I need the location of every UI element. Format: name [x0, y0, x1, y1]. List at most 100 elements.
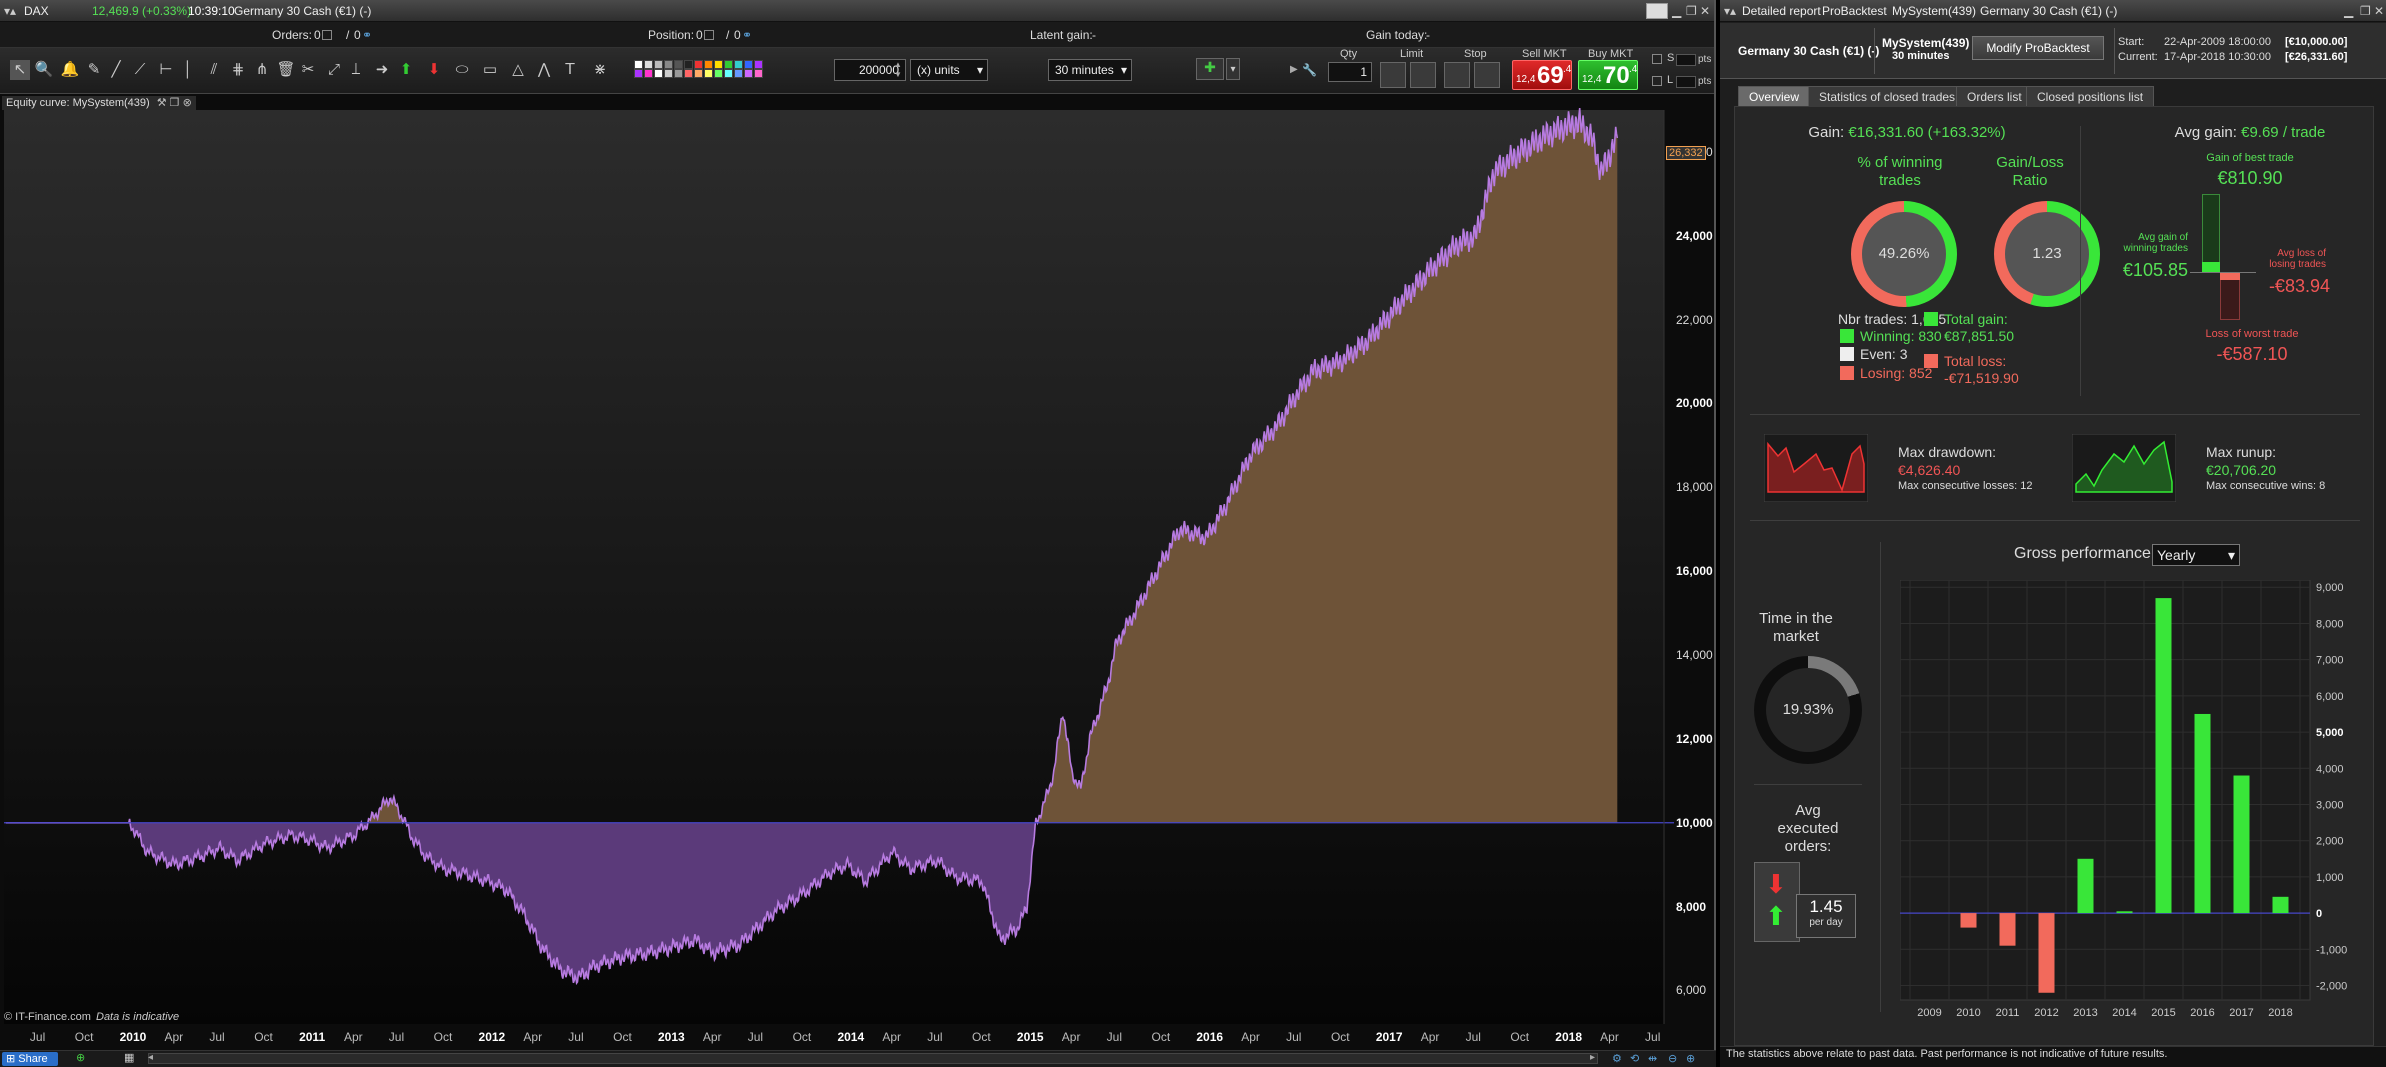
stop-checkbox[interactable] [1652, 54, 1662, 64]
x-tick-label: Apr [343, 1030, 363, 1044]
color-swatch[interactable] [684, 60, 693, 78]
gross-bar [2194, 713, 2211, 914]
menu-arrow-icon[interactable]: ▾▴ [1724, 0, 1736, 22]
y-tick-label: 10,000 [1676, 815, 1713, 830]
color-swatch[interactable] [634, 60, 643, 78]
trash-icon[interactable]: 🗑 [276, 60, 296, 80]
arrow-up-icon[interactable]: ⬆ [396, 60, 416, 80]
orders-link-icon[interactable]: ⚭ [362, 22, 372, 48]
close-icon[interactable]: ✕ [1700, 0, 1710, 22]
tab-overview[interactable]: Overview [1738, 86, 1811, 106]
limit-buy-button[interactable] [1410, 62, 1436, 88]
tab-orders-list[interactable]: Orders list [1956, 86, 2033, 106]
fib-icon[interactable]: ⋕ [228, 60, 248, 80]
ellipse-icon[interactable]: ⬭ [452, 60, 472, 80]
eraser-icon[interactable]: ✎ [84, 60, 104, 80]
tools-icon[interactable]: ✂ [298, 60, 318, 80]
color-swatch[interactable] [654, 60, 663, 78]
zoom-in-icon[interactable]: ⊕ [1686, 1052, 1695, 1065]
add-indicator-icon[interactable]: ⊕ [76, 1052, 88, 1064]
line-icon[interactable]: ⟋ [130, 60, 150, 80]
fan-icon[interactable]: ⋇ [590, 60, 610, 80]
wave-icon[interactable]: ⋀ [534, 60, 554, 80]
stop-sell-button[interactable] [1444, 62, 1470, 88]
share-button[interactable]: ⊞ Share [2, 1052, 58, 1066]
color-swatch[interactable] [674, 60, 683, 78]
position-toggle-icon[interactable] [704, 30, 714, 40]
pen-icon[interactable]: ╱ [106, 60, 126, 80]
gross-period-select[interactable]: Yearly ▾ [2152, 544, 2240, 566]
limit-pts-input[interactable] [1676, 76, 1696, 88]
rect-icon[interactable]: ▭ [480, 60, 500, 80]
quantity-stepper-icon[interactable]: ▲ ▼ [894, 60, 902, 80]
horizontal-scrollbar[interactable] [148, 1053, 1598, 1064]
indicator-add-icon[interactable]: ✚ [1196, 58, 1224, 80]
qty-input[interactable]: 1 [1328, 62, 1372, 82]
instrument-name: DAX [24, 4, 49, 18]
zoom-reset-icon[interactable]: ⟲ [1630, 1052, 1639, 1065]
limit-checkbox[interactable] [1652, 76, 1662, 86]
arrow-right-icon[interactable]: ➜ [372, 60, 392, 80]
tab-statistics[interactable]: Statistics of closed trades [1808, 86, 1967, 106]
zoom-icon[interactable]: 🔍 [34, 60, 54, 80]
color-swatch[interactable] [714, 60, 723, 78]
scroll-left-icon[interactable]: ◂ [148, 1052, 153, 1063]
minimize-icon[interactable]: ▁ [2344, 0, 2353, 22]
scroll-right-icon[interactable]: ▸ [1590, 1052, 1595, 1063]
total-gain-label: Total gain: [1944, 311, 2008, 327]
total-loss-value: -€71,519.90 [1944, 370, 2019, 386]
color-swatch[interactable] [754, 60, 763, 78]
hline-icon[interactable]: ⊢ [156, 60, 176, 80]
menu-arrow-icon[interactable]: ▾▴ [4, 0, 16, 22]
chevron-down-icon[interactable]: ▾ [1226, 58, 1240, 80]
expand-arrow-icon[interactable]: ▶ [1290, 52, 1302, 88]
chart-settings-icon[interactable]: ⚙ [1612, 1052, 1622, 1065]
tab-closed-positions[interactable]: Closed positions list [2026, 86, 2155, 106]
wrench-icon[interactable]: 🔧 [1302, 63, 1317, 77]
restore-icon[interactable]: ❐ [2360, 0, 2371, 22]
channel-icon[interactable]: ⫽ [204, 60, 224, 80]
minimize-icon[interactable]: ▁ [1672, 0, 1681, 22]
stop-buy-button[interactable] [1474, 62, 1500, 88]
equity-chart[interactable] [0, 94, 1716, 1024]
color-swatch[interactable] [734, 60, 743, 78]
calendar-icon[interactable]: ▦ [124, 1052, 138, 1064]
compress-icon[interactable]: ⇹ [1648, 1052, 1657, 1065]
color-swatch[interactable] [704, 60, 713, 78]
modify-probacktest-button[interactable]: Modify ProBacktest [1972, 36, 2104, 60]
position-link-icon[interactable]: ⚭ [742, 22, 752, 48]
orders-toggle-icon[interactable] [322, 30, 332, 40]
color-swatch[interactable] [644, 60, 653, 78]
restore-icon[interactable]: ❐ [1686, 0, 1697, 22]
color-swatch[interactable] [724, 60, 733, 78]
header-divider [2114, 28, 2115, 74]
gann-icon[interactable]: ⟘ [346, 60, 366, 80]
close-icon[interactable]: ✕ [2374, 0, 2384, 22]
sell-mkt-button[interactable]: 12,4 69 .4 [1512, 60, 1572, 90]
latent-gain-value: - [1092, 28, 1096, 42]
timeframe-select[interactable]: 30 minutes ▾ [1048, 59, 1132, 81]
zoom-out-icon[interactable]: ⊖ [1668, 1052, 1677, 1065]
color-swatch[interactable] [744, 60, 753, 78]
pointer-icon[interactable]: ↖ [10, 60, 30, 80]
y-tick-label: 1,000 [2316, 872, 2344, 884]
color-palette[interactable] [634, 60, 764, 78]
best-trade-label: Gain of best trade [2206, 152, 2294, 164]
units-select[interactable]: (x) units ▾ [910, 59, 988, 81]
bell-icon[interactable]: 🔔 [60, 60, 80, 80]
limit-sell-button[interactable] [1380, 62, 1406, 88]
regression-icon[interactable]: ⤢ [324, 60, 344, 80]
pitchfork-icon[interactable]: ⋔ [252, 60, 272, 80]
buy-mkt-button[interactable]: 12,4 70 .4 [1578, 60, 1638, 90]
vline-icon[interactable]: │ [178, 60, 198, 80]
winning-swatch [1840, 329, 1854, 343]
arrow-down-icon[interactable]: ⬇ [424, 60, 444, 80]
text-icon[interactable]: Ｔ [560, 60, 580, 80]
stop-pts-input[interactable] [1676, 54, 1696, 66]
triangle-icon[interactable]: △ [508, 60, 528, 80]
color-swatch[interactable] [694, 60, 703, 78]
color-swatch[interactable] [664, 60, 673, 78]
time-in-market-title-2: market [1773, 628, 1819, 645]
keyboard-icon[interactable] [1646, 3, 1668, 19]
x-tick-label: 2018 [2268, 1007, 2292, 1019]
